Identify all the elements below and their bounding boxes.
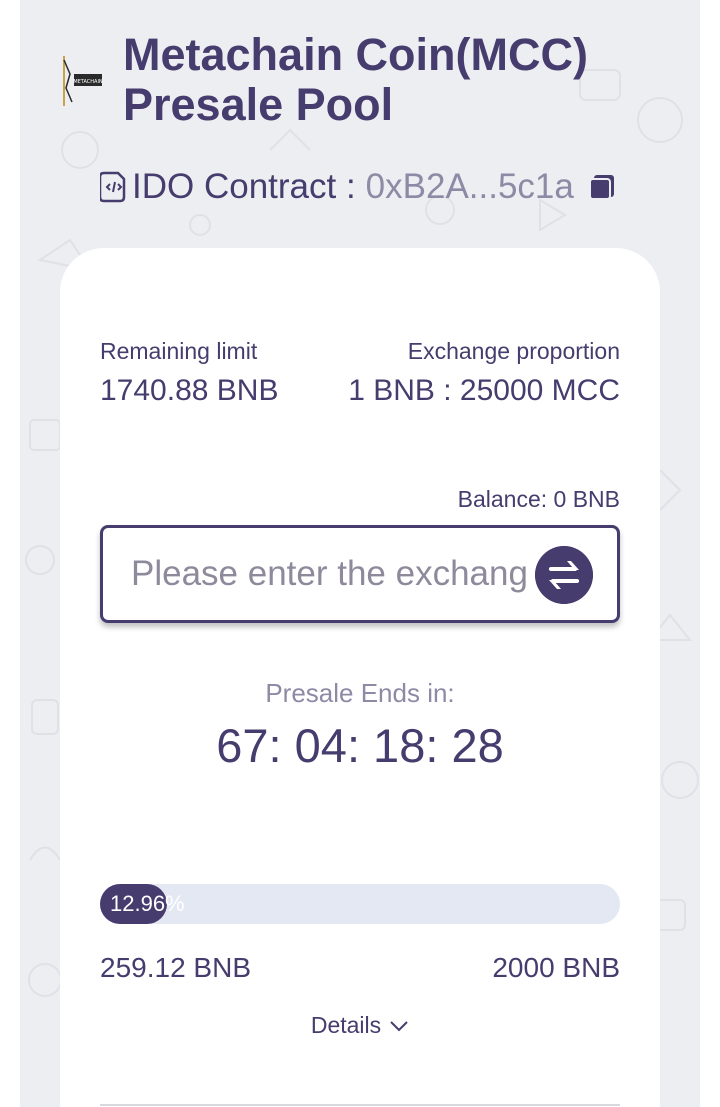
title-line-2: Presale Pool (123, 79, 394, 130)
progress-percent: 12.96% (110, 891, 185, 916)
details-label[interactable]: Details (311, 1012, 381, 1039)
stats-labels: Remaining limit Exchange proportion (100, 338, 620, 365)
contract-address[interactable]: 0xB2A...5c1a (366, 167, 574, 207)
progress-amounts: 259.12 BNB 2000 BNB (100, 952, 620, 984)
progress-bar: 12.96% (100, 884, 620, 924)
page-title: Metachain Coin(MCC) Presale Pool (123, 30, 683, 130)
logo-text: METACHAIN (73, 79, 103, 85)
page-background: METACHAIN Metachain Coin(MCC) Presale Po… (20, 0, 700, 1107)
swap-button[interactable] (535, 546, 593, 604)
stats-values: 1740.88 BNB 1 BNB : 25000 MCC (100, 374, 620, 408)
presale-card: Remaining limit Exchange proportion 1740… (60, 248, 660, 1107)
metachain-logo: METACHAIN (63, 56, 103, 106)
exchange-amount-field[interactable] (100, 525, 620, 623)
header: METACHAIN Metachain Coin(MCC) Presale Po… (60, 30, 680, 140)
code-file-icon (100, 171, 126, 203)
remaining-limit-value: 1740.88 BNB (100, 374, 279, 407)
details-toggle[interactable]: Details (60, 1012, 660, 1039)
countdown-timer: 67: 04: 18: 28 (216, 719, 504, 772)
title-line-1: Metachain Coin(MCC) (123, 29, 588, 80)
remaining-limit-label: Remaining limit (100, 338, 258, 364)
contract-row: IDO Contract : 0xB2A...5c1a (100, 165, 616, 209)
contract-label: IDO Contract : (132, 167, 356, 206)
presale-ends-label: Presale Ends in: (265, 678, 455, 708)
cap-amount: 2000 BNB (492, 952, 620, 983)
raised-amount: 259.12 BNB (100, 952, 251, 983)
copy-icon[interactable] (588, 173, 616, 201)
chevron-down-icon[interactable] (389, 1020, 409, 1032)
balance-text: Balance: 0 BNB (457, 486, 620, 512)
exchange-proportion-value: 1 BNB : 25000 MCC (348, 374, 620, 407)
divider (100, 1104, 620, 1106)
exchange-proportion-label: Exchange proportion (407, 338, 620, 364)
